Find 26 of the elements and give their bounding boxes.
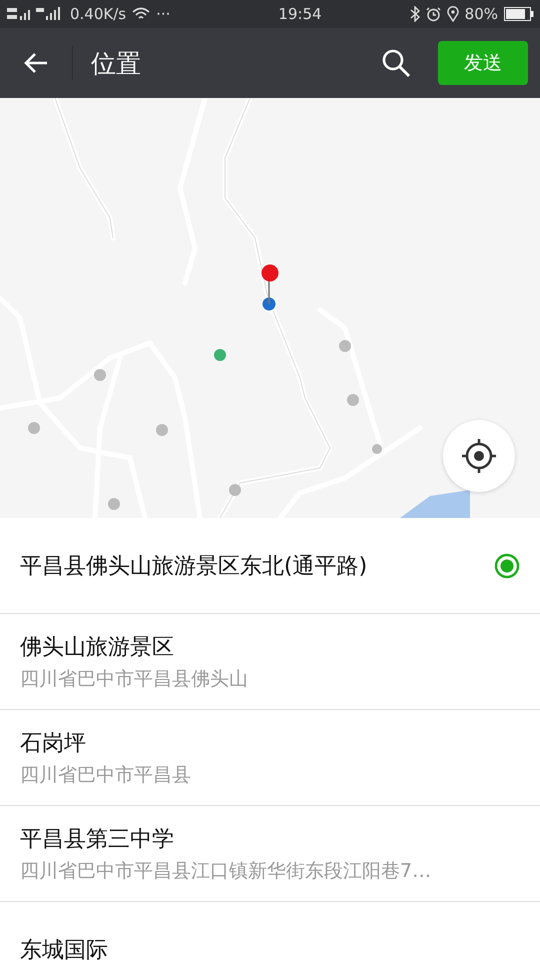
place-name: 石岗坪 [20,730,87,758]
more-indicator: ··· [156,5,170,23]
network-speed: 0.40K/s [70,5,126,23]
bluetooth-icon [410,6,420,22]
search-icon [381,48,411,78]
place-item[interactable]: 东城国际 [0,902,540,960]
place-name: 东城国际 [20,936,109,960]
place-item[interactable]: 石岗坪 四川省巴中市平昌县 [0,710,540,806]
wifi-icon [132,7,150,21]
place-item[interactable]: 平昌县佛头山旅游景区东北(通平路) [0,518,540,614]
clock: 19:54 [278,5,322,23]
place-name: 佛头山旅游景区 [20,634,175,662]
battery-percent: 80% [464,5,498,23]
place-item[interactable]: 平昌县第三中学 四川省巴中市平昌县江口镇新华街东段江阳巷7… [0,806,540,902]
place-address: 四川省巴中市平昌县佛头山 [20,666,249,692]
back-arrow-icon [23,52,49,74]
location-icon [446,6,459,22]
place-name: 平昌县第三中学 [20,826,175,854]
place-item[interactable]: 佛头山旅游景区 四川省巴中市平昌县佛头山 [0,614,540,710]
place-address: 四川省巴中市平昌县江口镇新华街东段江阳巷7… [20,858,432,884]
page-title: 位置 [91,48,142,80]
place-address: 四川省巴中市平昌县 [20,762,192,788]
crosshair-icon [460,437,498,475]
battery-icon [504,7,534,21]
place-name: 平昌县佛头山旅游景区东北(通平路) [20,552,368,580]
alarm-icon [426,6,441,22]
